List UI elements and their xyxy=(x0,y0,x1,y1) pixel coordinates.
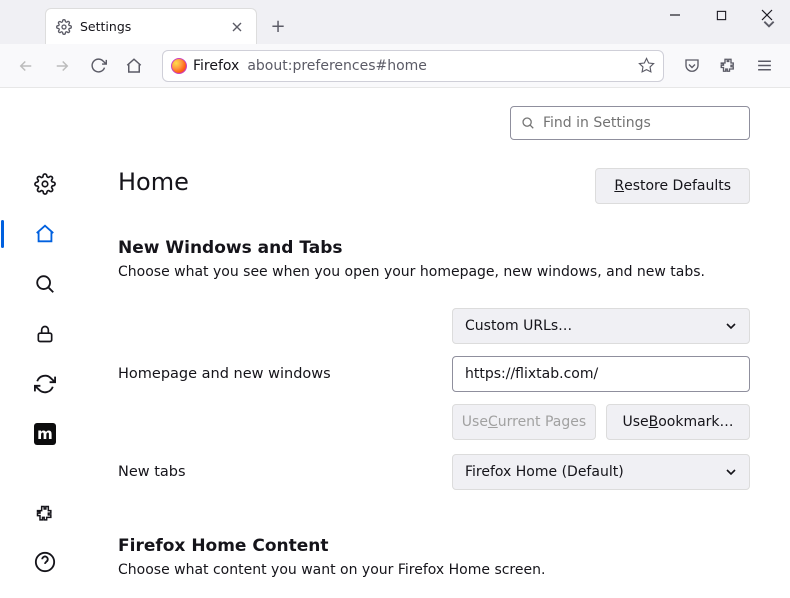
toolbar: Firefox about:preferences#home xyxy=(0,44,790,88)
tab-settings[interactable]: Settings xyxy=(45,8,257,44)
url-bar[interactable]: Firefox about:preferences#home xyxy=(162,50,664,82)
new-tab-button[interactable]: + xyxy=(263,11,293,41)
sidebar-item-search[interactable] xyxy=(27,266,63,302)
dropdown-value: Firefox Home (Default) xyxy=(465,464,624,480)
identity-box[interactable]: Firefox xyxy=(171,58,239,74)
newtabs-label: New tabs xyxy=(118,464,452,480)
section-title-windows-tabs: New Windows and Tabs xyxy=(118,238,750,258)
section-title-home-content: Firefox Home Content xyxy=(118,536,750,556)
pocket-button[interactable] xyxy=(676,50,708,82)
main-panel: Find in Settings Home Restore Defaults N… xyxy=(90,88,790,598)
preferences-content: m Find in Settings Home Restore Defaults xyxy=(0,88,790,598)
minimize-button[interactable] xyxy=(652,0,698,30)
forward-button[interactable] xyxy=(46,50,78,82)
window-controls xyxy=(652,0,790,34)
firefox-logo-icon xyxy=(171,58,187,74)
url-text: about:preferences#home xyxy=(247,58,427,74)
sidebar-item-sync[interactable] xyxy=(27,366,63,402)
home-button[interactable] xyxy=(118,50,150,82)
page-title: Home xyxy=(118,168,189,196)
back-button[interactable] xyxy=(10,50,42,82)
restore-defaults-button[interactable]: Restore Defaults xyxy=(595,168,750,204)
close-tab-button[interactable] xyxy=(228,18,246,36)
sidebar-item-extensions[interactable] xyxy=(27,496,63,532)
tab-label: Settings xyxy=(80,19,131,34)
section-desc-windows-tabs: Choose what you see when you open your h… xyxy=(118,264,750,280)
use-current-pages-button: Use Current Pages xyxy=(452,404,596,440)
find-placeholder: Find in Settings xyxy=(543,115,651,131)
section-desc-home-content: Choose what content you want on your Fir… xyxy=(118,562,750,578)
search-icon xyxy=(521,116,535,130)
sidebar-item-general[interactable] xyxy=(27,166,63,202)
homepage-mode-dropdown[interactable]: Custom URLs… xyxy=(452,308,750,344)
sidebar-item-home[interactable] xyxy=(27,216,63,252)
extensions-button[interactable] xyxy=(712,50,744,82)
find-in-settings-input[interactable]: Find in Settings xyxy=(510,106,750,140)
menu-button[interactable] xyxy=(748,50,780,82)
sidebar-item-help[interactable] xyxy=(27,544,63,580)
gear-icon xyxy=(56,19,72,35)
maximize-button[interactable] xyxy=(698,0,744,30)
newtabs-dropdown[interactable]: Firefox Home (Default) xyxy=(452,454,750,490)
homepage-label: Homepage and new windows xyxy=(118,366,452,382)
chevron-down-icon xyxy=(725,466,737,478)
sidebar-item-more-mozilla[interactable]: m xyxy=(27,416,63,452)
reload-button[interactable] xyxy=(82,50,114,82)
use-bookmark-button[interactable]: Use Bookmark… xyxy=(606,404,750,440)
mozilla-m-icon: m xyxy=(34,423,56,445)
identity-label: Firefox xyxy=(193,58,239,74)
close-window-button[interactable] xyxy=(744,0,790,30)
sidebar-item-privacy[interactable] xyxy=(27,316,63,352)
homepage-url-input[interactable] xyxy=(452,356,750,392)
bookmark-star-button[interactable] xyxy=(638,57,655,74)
dropdown-value: Custom URLs… xyxy=(465,318,572,334)
titlebar: Settings + xyxy=(0,0,790,44)
chevron-down-icon xyxy=(725,320,737,332)
category-sidebar: m xyxy=(0,88,90,598)
